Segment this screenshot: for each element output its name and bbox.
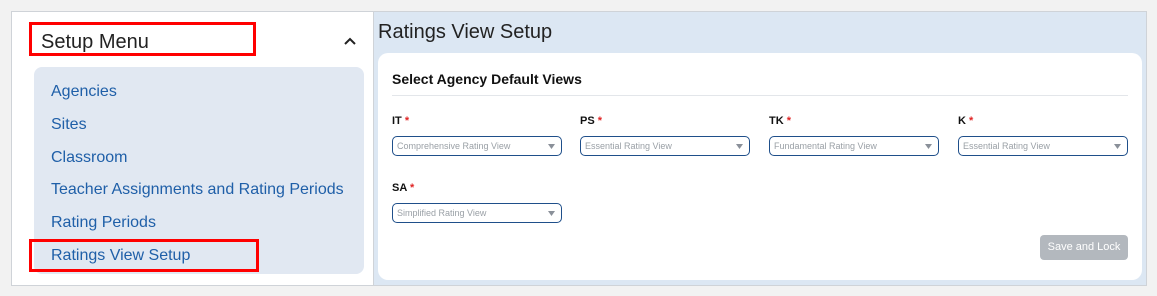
select-k[interactable]: Essential Rating View: [958, 136, 1128, 156]
card-title: Select Agency Default Views: [392, 71, 582, 87]
sidebar-item-agencies[interactable]: Agencies: [51, 82, 117, 102]
label-text: TK: [769, 115, 784, 127]
select-sa[interactable]: Simplified Rating View: [392, 203, 562, 223]
required-marker: *: [597, 115, 603, 127]
select-value: Essential Rating View: [585, 141, 672, 151]
label-text: SA: [392, 182, 407, 194]
caret-down-icon: [548, 211, 555, 216]
label-text: PS: [580, 115, 595, 127]
sidebar: Setup Menu Agencies Sites Classroom Teac…: [12, 12, 373, 285]
main-content: Ratings View Setup Select Agency Default…: [374, 12, 1146, 285]
required-marker: *: [404, 115, 410, 127]
app-frame: Setup Menu Agencies Sites Classroom Teac…: [11, 11, 1147, 286]
caret-down-icon: [925, 144, 932, 149]
select-ps[interactable]: Essential Rating View: [580, 136, 750, 156]
save-and-lock-button[interactable]: Save and Lock: [1040, 235, 1128, 260]
field-label-it: IT *: [392, 115, 409, 128]
default-views-card: Select Agency Default Views IT * Compreh…: [378, 53, 1142, 280]
divider: [392, 95, 1128, 96]
caret-down-icon: [1114, 144, 1121, 149]
caret-down-icon: [736, 144, 743, 149]
select-value: Essential Rating View: [963, 141, 1050, 151]
sidebar-item-teacher-assignments[interactable]: Teacher Assignments and Rating Periods: [51, 180, 344, 200]
field-label-tk: TK *: [769, 115, 791, 128]
field-label-ps: PS *: [580, 115, 602, 128]
page-title: Ratings View Setup: [378, 21, 553, 43]
sidebar-title: Setup Menu: [41, 31, 149, 53]
highlight-box-ratings-view-setup: [29, 239, 259, 272]
chevron-up-icon[interactable]: [342, 33, 358, 49]
sidebar-item-classroom[interactable]: Classroom: [51, 148, 127, 168]
select-it[interactable]: Comprehensive Rating View: [392, 136, 562, 156]
required-marker: *: [969, 115, 974, 127]
required-marker: *: [409, 182, 415, 194]
sidebar-item-sites[interactable]: Sites: [51, 115, 87, 135]
caret-down-icon: [548, 144, 555, 149]
label-text: K: [958, 115, 966, 127]
label-text: IT: [392, 115, 402, 127]
field-label-sa: SA *: [392, 182, 414, 195]
select-tk[interactable]: Fundamental Rating View: [769, 136, 939, 156]
select-value: Simplified Rating View: [397, 208, 487, 218]
sidebar-item-rating-periods[interactable]: Rating Periods: [51, 213, 156, 233]
required-marker: *: [786, 115, 792, 127]
field-label-k: K *: [958, 115, 973, 128]
select-value: Fundamental Rating View: [774, 141, 877, 151]
select-value: Comprehensive Rating View: [397, 141, 511, 151]
